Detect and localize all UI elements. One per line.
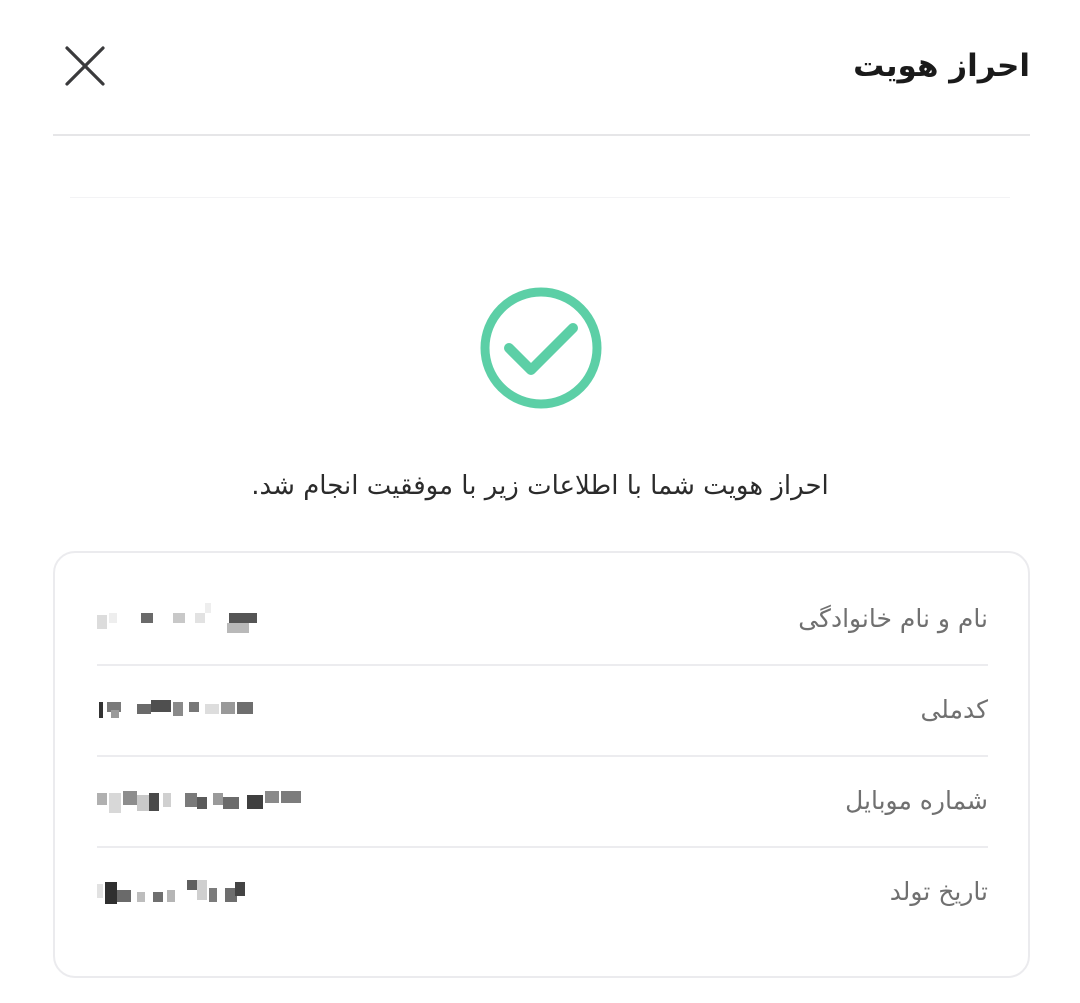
detail-row-birth-date: تاریخ تولد: [97, 848, 988, 939]
identity-verification-page: احراز هویت احراز هویت شما با اطلاعات زیر…: [0, 0, 1080, 1003]
close-button[interactable]: [61, 42, 109, 90]
details-card: نام و نام خانوادگی کدملی شماره موبایل تا…: [53, 551, 1030, 978]
pixelated-value: [97, 876, 317, 910]
detail-label: نام و نام خانوادگی: [798, 604, 988, 633]
check-circle-icon: [480, 287, 602, 409]
close-icon: [65, 46, 105, 86]
pixelated-value: [97, 603, 317, 637]
divider: [70, 197, 1010, 198]
detail-label: تاریخ تولد: [889, 877, 988, 906]
pixelated-value: [97, 785, 317, 819]
pixelated-value: [97, 694, 317, 728]
detail-row-national-id: کدملی: [97, 666, 988, 757]
success-status: [479, 286, 603, 410]
detail-label: شماره موبایل: [845, 786, 988, 815]
detail-row-fullname: نام و نام خانوادگی: [97, 575, 988, 666]
detail-label: کدملی: [920, 695, 988, 724]
success-message: احراز هویت شما با اطلاعات زیر با موفقیت …: [251, 471, 829, 501]
page-title: احراز هویت: [853, 48, 1030, 84]
header: احراز هویت: [53, 0, 1030, 136]
detail-row-mobile: شماره موبایل: [97, 757, 988, 848]
